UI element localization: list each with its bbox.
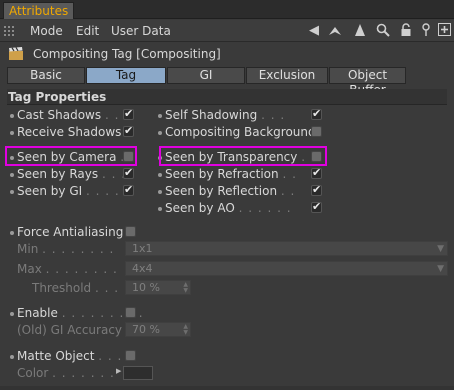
expand-arrow-icon[interactable]: ▶ (116, 367, 121, 375)
chevron-down-icon: ▼ (437, 264, 444, 274)
attributes-tab[interactable]: Attributes (3, 2, 75, 19)
min-dropdown[interactable]: 1x1 ▼ (125, 241, 448, 256)
bullet-icon (158, 207, 162, 211)
section-title: Tag Properties (8, 90, 107, 104)
decrement-icon[interactable]: ▼ (183, 288, 188, 294)
receive-shadows-checkbox[interactable] (123, 124, 134, 137)
seen-by-transparency-highlight (159, 146, 327, 166)
object-title: Compositing Tag [Compositing] (33, 47, 221, 61)
cast-shadows-checkbox[interactable] (123, 107, 134, 120)
tab-bar: Basic Tag GI Exclusion Object Buffer (7, 67, 407, 97)
seen-by-gi-checkbox[interactable] (123, 183, 134, 196)
force-antialiasing-checkbox[interactable] (125, 226, 136, 237)
tab-gi[interactable]: GI (167, 67, 245, 84)
seen-by-camera-highlight (5, 146, 137, 166)
max-label: Max . . . . . . . . (17, 262, 118, 276)
pointer-icon[interactable] (352, 23, 368, 39)
bullet-icon (10, 131, 14, 135)
bullet-icon (158, 114, 162, 118)
self-shadowing-checkbox[interactable] (311, 107, 322, 120)
left-arrow-icon[interactable]: ◀ (306, 23, 322, 39)
matte-object-checkbox[interactable] (125, 350, 136, 361)
panel-titlebar: Attributes (0, 0, 454, 19)
seen-by-ao-checkbox[interactable] (311, 200, 322, 213)
bullet-icon (158, 131, 162, 135)
seen-by-refraction-label: Seen by Refraction . . (165, 167, 297, 181)
bullet-icon (10, 190, 14, 194)
menu-edit[interactable]: Edit (76, 23, 99, 39)
search-icon[interactable] (375, 23, 391, 39)
tab-tag[interactable]: Tag (86, 67, 166, 84)
bullet-icon (10, 312, 14, 316)
seen-by-reflection-label: Seen by Reflection . . (165, 184, 296, 198)
decrement-icon[interactable]: ▼ (183, 330, 188, 336)
gi-accuracy-input[interactable]: 70 % ▲ ▼ (125, 322, 191, 337)
menu-mode[interactable]: Mode (30, 23, 63, 39)
max-dropdown[interactable]: 4x4 ▼ (125, 261, 448, 276)
min-label: Min . . . . . . . . (17, 242, 115, 256)
grip-icon (4, 26, 14, 36)
bullet-icon (158, 190, 162, 194)
threshold-input[interactable]: 10 % ▲ ▼ (125, 280, 191, 295)
seen-by-rays-label: Seen by Rays . . . (17, 167, 127, 181)
pin-icon[interactable] (418, 23, 434, 39)
tab-object-buffer[interactable]: Object Buffer (329, 67, 406, 97)
color-label: Color . . . . . . . (17, 366, 115, 380)
bullet-icon (10, 114, 14, 118)
clapperboard-icon (9, 47, 23, 60)
compositing-background-label: Compositing Background (165, 125, 316, 139)
bullet-icon (10, 173, 14, 177)
gi-accuracy-label: (Old) GI Accuracy (17, 323, 123, 337)
new-window-icon[interactable] (436, 23, 452, 39)
matte-object-label: Matte Object . . . (17, 349, 123, 363)
chevron-down-icon: ▼ (437, 244, 444, 254)
section-divider (7, 104, 447, 105)
bullet-icon (10, 355, 14, 359)
menubar: Mode Edit User Data ◀ (0, 20, 454, 42)
seen-by-gi-label: Seen by GI . . . . (17, 184, 120, 198)
receive-shadows-label: Receive Shadows (17, 125, 122, 139)
up-arrow-icon[interactable] (327, 23, 343, 39)
seen-by-reflection-checkbox[interactable] (311, 183, 322, 196)
seen-by-rays-checkbox[interactable] (123, 166, 134, 179)
self-shadowing-label: Self Shadowing . . . (165, 108, 286, 122)
force-antialiasing-label: Force Antialiasing (17, 225, 124, 239)
compositing-background-checkbox[interactable] (311, 126, 322, 137)
lock-icon[interactable] (398, 23, 414, 39)
panel-bottom-edge (0, 386, 454, 390)
seen-by-refraction-checkbox[interactable] (311, 166, 322, 179)
threshold-label: Threshold . . . . . (32, 281, 139, 295)
tab-basic[interactable]: Basic (7, 67, 85, 84)
seen-by-ao-label: Seen by AO . . . . . . (165, 201, 292, 215)
color-swatch[interactable] (123, 366, 153, 380)
bullet-icon (158, 173, 162, 177)
tab-exclusion[interactable]: Exclusion (246, 67, 328, 84)
cast-shadows-label: Cast Shadows . . . (17, 108, 130, 122)
bullet-icon (10, 231, 14, 235)
enable-checkbox[interactable] (125, 307, 136, 318)
menu-user-data[interactable]: User Data (111, 23, 171, 39)
